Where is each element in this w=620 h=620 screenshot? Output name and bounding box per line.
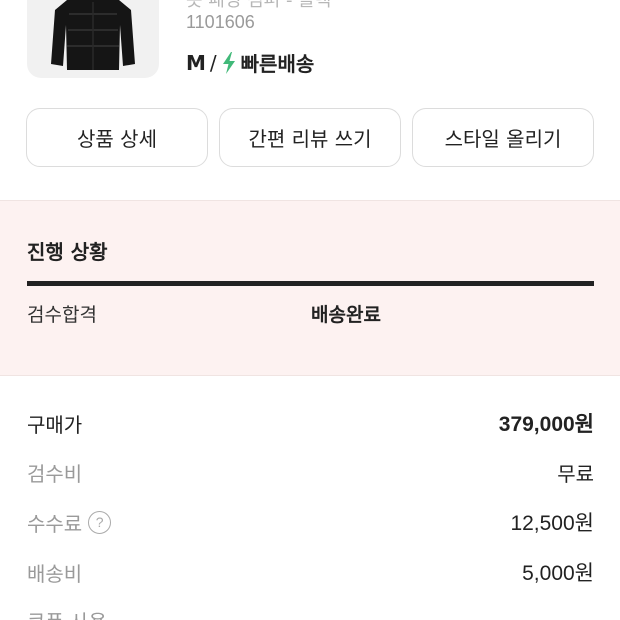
progress-step-inspection: 검수합격	[27, 304, 97, 326]
shipping-fee-label: 배송비	[27, 561, 83, 586]
coupon-label: 쿠폰 사용	[27, 606, 107, 620]
product-name: 숏 패딩 점퍼 - 블랙	[186, 0, 332, 11]
inspection-fee-row: 검수비 무료	[27, 457, 594, 487]
shipping-fee-row: 배송비 5,000원	[27, 557, 594, 587]
progress-section: 진행 상황 검수합격 배송완료	[0, 200, 620, 376]
action-buttons: 상품 상세 간편 리뷰 쓰기 스타일 올리기	[26, 108, 594, 167]
progress-bar	[27, 281, 594, 286]
lightning-icon	[222, 51, 235, 74]
jacket-image	[51, 0, 135, 70]
commission-row: 수수료 ? 12,500원	[27, 507, 594, 537]
inspection-fee-value: 무료	[557, 461, 594, 486]
post-style-button[interactable]: 스타일 올리기	[412, 108, 594, 167]
purchase-price-label: 구매가	[27, 412, 83, 437]
option-separator: /	[209, 50, 217, 75]
size-value: M	[186, 50, 206, 75]
product-detail-button[interactable]: 상품 상세	[26, 108, 208, 167]
commission-value: 12,500원	[510, 512, 594, 535]
product-code: 1101606	[186, 12, 255, 32]
purchase-price-row: 구매가 379,000원	[27, 408, 594, 438]
commission-label-group: 수수료 ?	[27, 508, 112, 537]
inspection-fee-label: 검수비	[27, 461, 83, 486]
product-thumbnail[interactable]	[27, 0, 159, 78]
progress-step-delivered: 배송완료	[311, 304, 381, 326]
progress-title: 진행 상황	[27, 240, 108, 264]
commission-label: 수수료	[27, 511, 83, 536]
shipping-fee-value: 5,000원	[522, 562, 594, 585]
product-option: M / 빠른배송	[186, 48, 314, 77]
fast-delivery-label: 빠른배송	[240, 52, 315, 76]
help-icon[interactable]: ?	[88, 510, 112, 534]
purchase-price-value: 379,000원	[498, 413, 594, 436]
quick-review-button[interactable]: 간편 리뷰 쓰기	[219, 108, 401, 167]
